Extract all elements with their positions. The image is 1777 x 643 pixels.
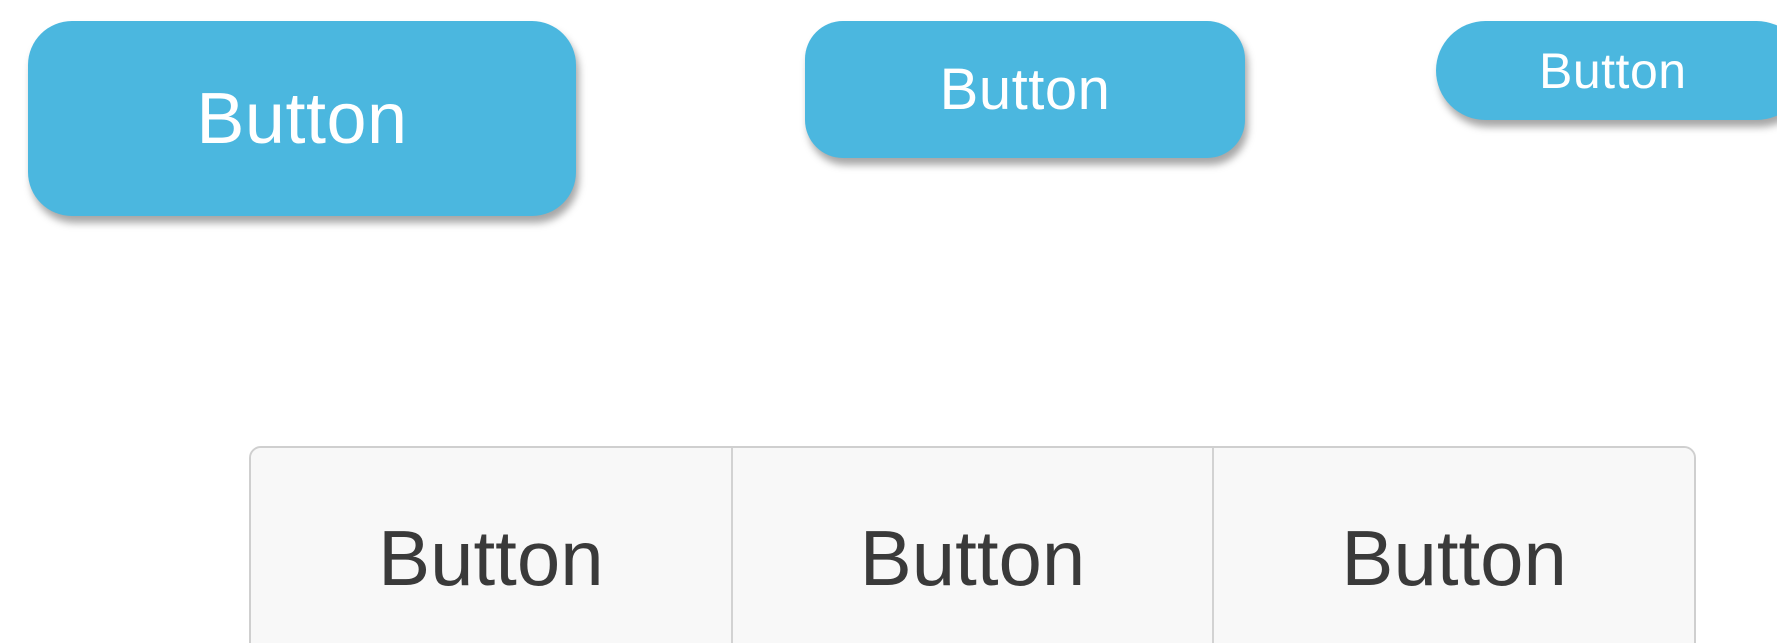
large-raised-button[interactable]: Button bbox=[28, 21, 576, 216]
segment-button-1-label: Button bbox=[378, 514, 604, 602]
segment-button-1[interactable]: Button bbox=[251, 448, 731, 643]
button-showcase-canvas: Button Button Button Button Button Butto… bbox=[0, 0, 1777, 643]
segment-button-3-label: Button bbox=[1341, 514, 1567, 602]
large-raised-button-label: Button bbox=[196, 78, 408, 159]
segment-button-3[interactable]: Button bbox=[1212, 448, 1694, 643]
small-raised-button-label: Button bbox=[1539, 42, 1687, 99]
medium-raised-button-label: Button bbox=[939, 57, 1111, 122]
medium-raised-button[interactable]: Button bbox=[805, 21, 1245, 158]
segmented-button-group: Button Button Button bbox=[249, 446, 1696, 643]
small-raised-button[interactable]: Button bbox=[1436, 21, 1777, 120]
segment-button-2[interactable]: Button bbox=[730, 448, 1213, 643]
segment-button-2-label: Button bbox=[859, 514, 1086, 602]
